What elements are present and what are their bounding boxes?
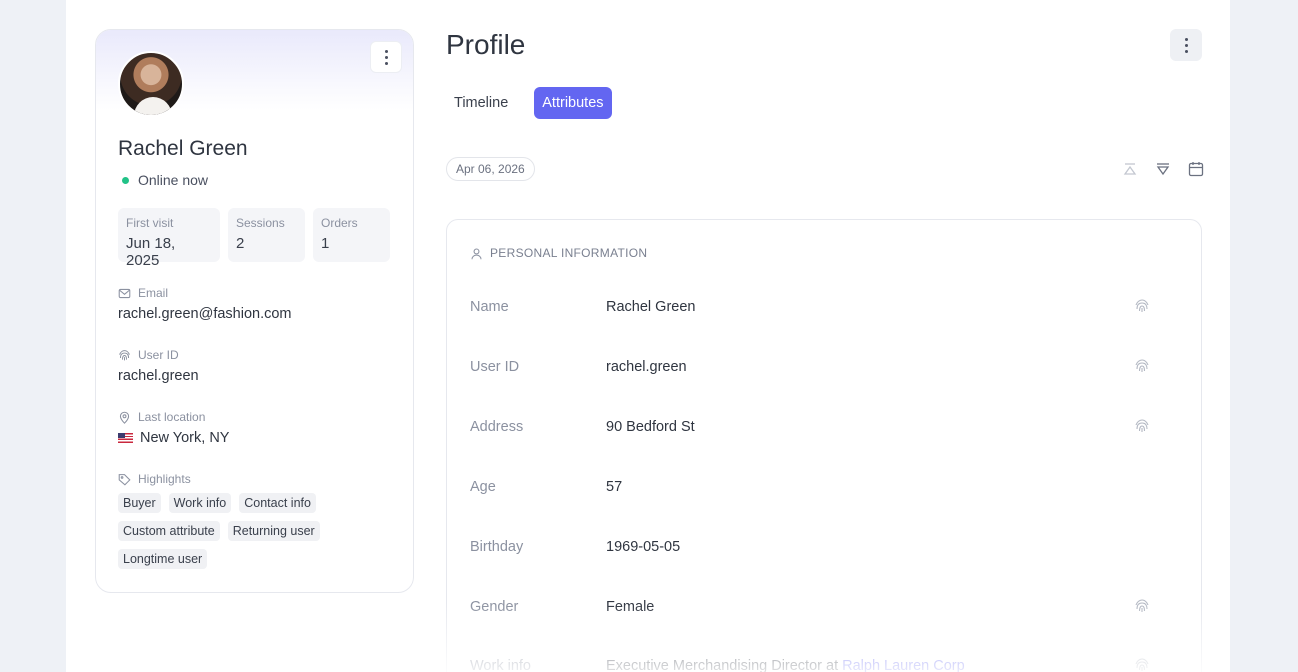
email-field: Email rachel.green@fashion.com	[118, 286, 292, 322]
attr-key: Birthday	[470, 539, 524, 555]
section-title: PERSONAL INFORMATION	[490, 246, 648, 260]
tab-bar: Timeline Attributes	[446, 87, 612, 119]
highlight-tags: Buyer Work info Contact info Custom attr…	[118, 493, 398, 569]
status-text: Online now	[138, 172, 209, 188]
stat-orders: Orders 1	[313, 208, 390, 262]
attr-key: Age	[470, 479, 496, 495]
stat-sessions: Sessions 2	[228, 208, 305, 262]
tag-icon	[118, 473, 131, 486]
online-status: Online now	[122, 172, 208, 188]
tag-badge[interactable]: Buyer	[118, 493, 161, 513]
date-chip[interactable]: Apr 06, 2026	[446, 157, 535, 181]
stat-value: 2	[236, 235, 245, 252]
attr-key: Work info	[470, 658, 531, 672]
attr-row-name: Name Rachel Green	[470, 297, 1170, 317]
card-more-menu-button[interactable]	[370, 41, 402, 73]
attr-value: 90 Bedford St	[606, 419, 695, 435]
attr-key: User ID	[470, 359, 520, 375]
attr-key: Address	[470, 419, 524, 435]
attr-row-birthday: Birthday 1969-05-05	[470, 537, 1170, 557]
profile-name: Rachel Green	[118, 137, 248, 160]
attr-value: Female	[606, 599, 655, 615]
highlights-label: Highlights	[138, 472, 191, 486]
tab-attributes[interactable]: Attributes	[534, 87, 612, 119]
attr-value: 57	[606, 479, 623, 495]
online-dot-icon	[122, 176, 129, 184]
attr-row-address: Address 90 Bedford St	[470, 417, 1170, 437]
location-value: New York, NY	[140, 430, 230, 446]
tag-badge[interactable]: Longtime user	[118, 549, 208, 569]
attr-value: 1969-05-05	[606, 539, 681, 555]
stat-label: First visit	[126, 216, 174, 230]
attr-row-age: Age 57	[470, 477, 1170, 497]
collapse-icon[interactable]	[1121, 160, 1139, 178]
app-frame: Rachel Green Online now First visit Jun …	[0, 0, 1298, 672]
us-flag-icon	[118, 433, 133, 443]
user-icon	[471, 248, 482, 259]
mail-icon	[118, 288, 131, 298]
location-label: Last location	[138, 410, 206, 424]
email-value: rachel.green@fashion.com	[118, 306, 292, 322]
tag-badge[interactable]: Contact info	[239, 493, 316, 513]
attr-key: Gender	[470, 599, 519, 615]
attr-key: Name	[470, 299, 509, 315]
more-vertical-icon	[384, 55, 388, 59]
personal-info-card: PERSONAL INFORMATION Name Rachel Green U…	[446, 219, 1202, 672]
stat-value: 1	[321, 235, 330, 252]
attr-value: Executive Merchandising Director at	[606, 658, 843, 672]
location-field: Last location New York, NY	[118, 410, 229, 446]
filter-icon[interactable]	[1154, 160, 1172, 178]
tag-badge[interactable]: Custom attribute	[118, 521, 220, 541]
stat-label: Sessions	[236, 216, 285, 230]
fingerprint-icon	[119, 349, 130, 360]
fingerprint-icon	[1135, 599, 1149, 612]
fingerprint-icon	[1135, 419, 1149, 432]
tag-badge[interactable]: Returning user	[227, 521, 320, 541]
fingerprint-icon	[1135, 359, 1149, 372]
company-link[interactable]: Ralph Lauren Corp	[842, 658, 965, 672]
email-label: Email	[138, 286, 169, 300]
page-more-menu-button[interactable]	[1170, 29, 1202, 61]
attr-row-userid: User ID rachel.green	[470, 357, 1170, 377]
fingerprint-icon	[1135, 658, 1149, 671]
map-pin-icon	[119, 411, 130, 424]
userid-value: rachel.green	[118, 368, 199, 384]
attr-value: Rachel Green	[606, 299, 696, 315]
calendar-icon[interactable]	[1187, 160, 1205, 178]
page-title: Profile	[446, 29, 526, 60]
stat-first-visit: First visit Jun 18, 2025	[118, 208, 220, 269]
profile-card: Rachel Green Online now First visit Jun …	[95, 29, 414, 593]
highlights-header: Highlights	[118, 472, 191, 486]
attr-row-work-info: Work info Executive Merchandising Direct…	[470, 656, 1170, 672]
attr-value: rachel.green	[606, 359, 687, 375]
page-canvas: Rachel Green Online now First visit Jun …	[66, 0, 1230, 672]
attr-row-gender: Gender Female	[470, 597, 1170, 617]
userid-field: User ID rachel.green	[118, 348, 199, 384]
stat-value: Jun 18, 2025	[126, 235, 176, 269]
stats-row: First visit Jun 18, 2025 Sessions 2 Orde…	[118, 208, 390, 269]
tag-badge[interactable]: Work info	[168, 493, 232, 513]
tab-timeline[interactable]: Timeline	[446, 87, 516, 119]
more-vertical-icon	[1184, 43, 1188, 47]
fingerprint-icon	[1135, 299, 1149, 312]
avatar	[118, 51, 184, 117]
toolbar	[1121, 160, 1205, 178]
userid-label: User ID	[138, 348, 179, 362]
stat-label: Orders	[321, 216, 358, 230]
